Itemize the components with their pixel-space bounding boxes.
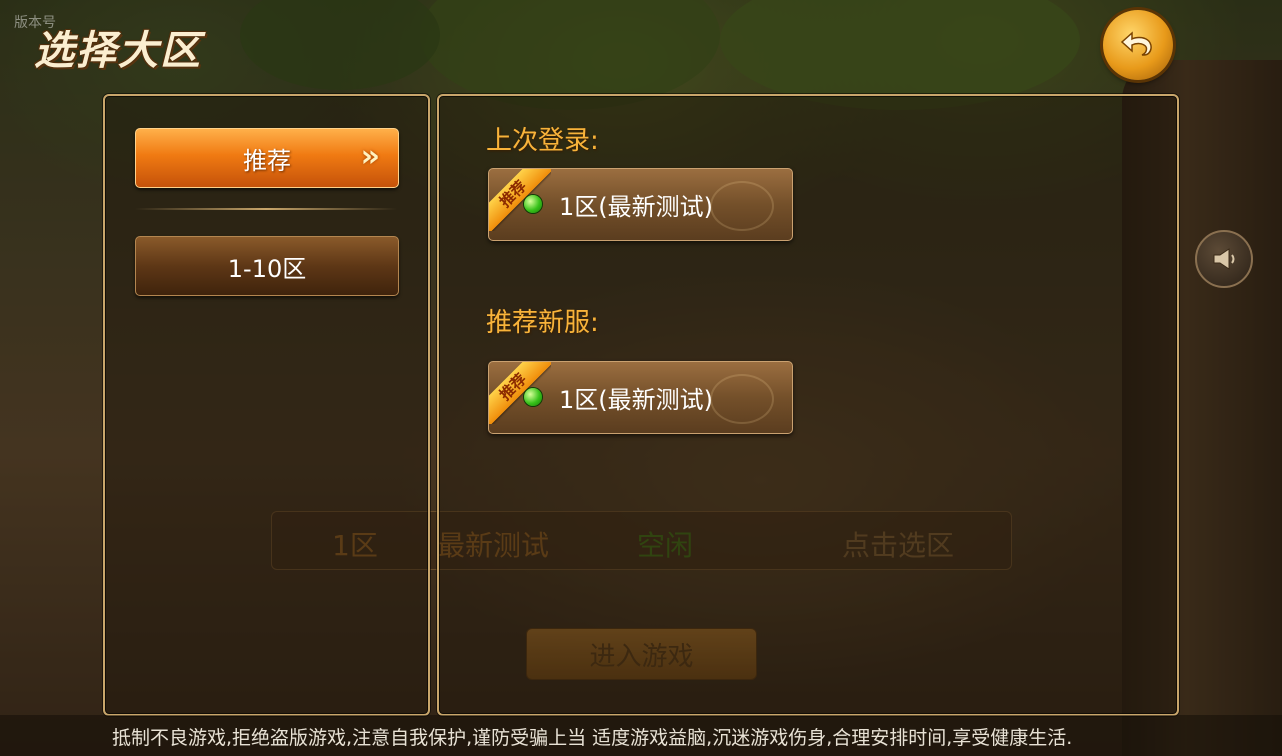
recommend-ribbon: 推荐 [489, 169, 551, 231]
recommended-new-label: 推荐新服: [486, 308, 599, 338]
recommend-badge: 推荐 [489, 362, 551, 424]
tab-divider [135, 208, 397, 210]
back-button[interactable] [1103, 10, 1173, 80]
tab-recommended[interactable]: 推荐 » [135, 128, 399, 188]
recommended-server-button[interactable]: 推荐 1区(最新测试) [488, 361, 793, 434]
online-dot-icon [524, 388, 542, 406]
tab-zones-label: 1-10区 [227, 254, 307, 283]
recommend-ribbon: 推荐 [489, 362, 551, 424]
health-notice-text: 抵制不良游戏,拒绝盗版游戏,注意自我保护,谨防受骗上当 适度游戏益脑,沉迷游戏伤… [112, 727, 1073, 749]
decorative-swirl [710, 374, 774, 424]
zone-list-panel: 推荐 » 1-10区 [103, 94, 430, 716]
health-notice-bar: 抵制不良游戏,拒绝盗版游戏,注意自我保护,谨防受骗上当 适度游戏益脑,沉迷游戏伤… [0, 715, 1282, 756]
double-chevron-right-icon: » [360, 139, 380, 174]
decorative-swirl [710, 181, 774, 231]
horn-icon [1213, 248, 1235, 270]
online-dot-icon [524, 195, 542, 213]
server-detail-panel: 上次登录: 推荐 1区(最新测试) 推荐新服: 推荐 1区(最新测试) [437, 94, 1179, 716]
announcement-button[interactable] [1195, 230, 1253, 288]
tab-zones-1-10[interactable]: 1-10区 [135, 236, 399, 296]
tab-recommended-label: 推荐 [243, 146, 291, 175]
back-arrow-icon [1120, 31, 1152, 56]
server-name: 1区(最新测试) [559, 386, 713, 414]
last-login-label: 上次登录: [486, 126, 599, 156]
page-title: 选择大区 [34, 28, 202, 74]
server-name: 1区(最新测试) [559, 193, 713, 221]
last-login-server-button[interactable]: 推荐 1区(最新测试) [488, 168, 793, 241]
recommend-badge: 推荐 [489, 169, 551, 231]
